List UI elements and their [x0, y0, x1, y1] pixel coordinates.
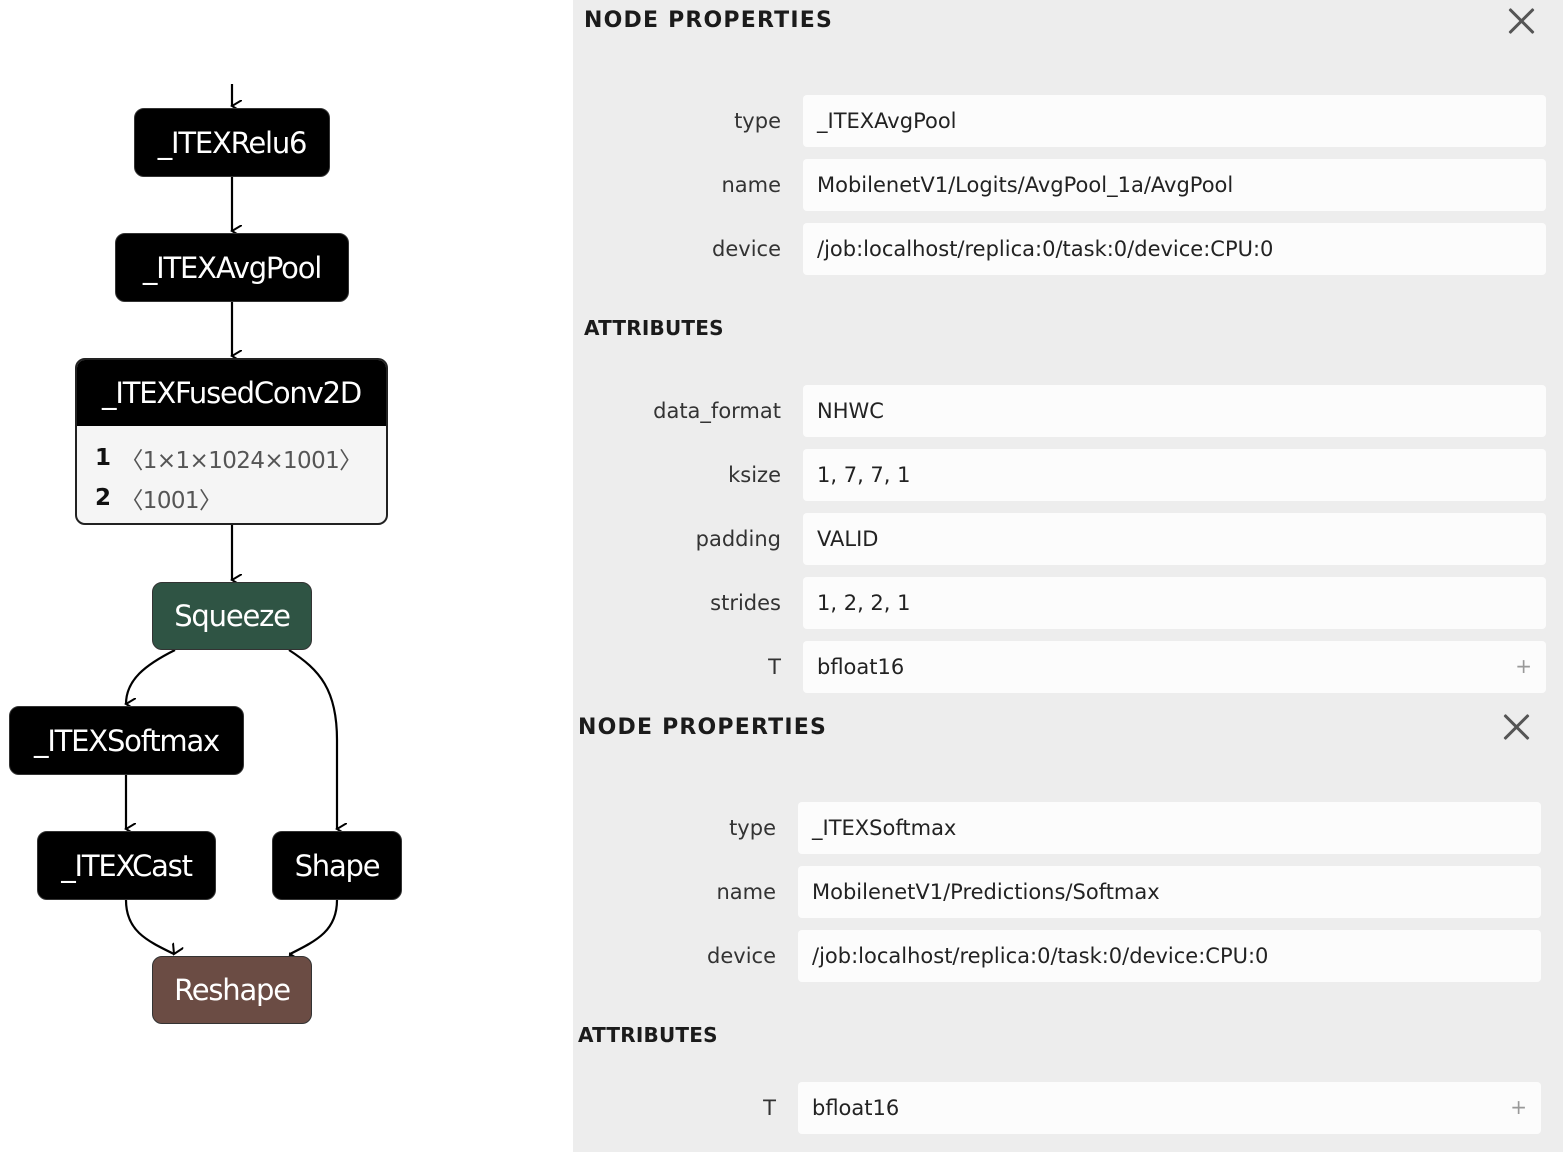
graph-canvas[interactable]: _ITEXRelu6 _ITEXAvgPool _ITEXFusedConv2D…	[0, 0, 573, 1152]
node-input-row: 2 〈1001〉	[77, 478, 386, 518]
node-itexfusedconv2d[interactable]: _ITEXFusedConv2D 1 〈1×1×1024×1001〉 2 〈10…	[75, 358, 388, 525]
property-label: type	[734, 109, 781, 133]
node-reshape[interactable]: Reshape	[152, 956, 312, 1024]
input-index: 2	[95, 485, 111, 511]
edge-shape-reshape	[290, 899, 339, 954]
property-value[interactable]: _ITEXSoftmax	[798, 802, 1541, 854]
edge-cast-reshape	[124, 899, 174, 954]
node-header: _ITEXFusedConv2D	[77, 360, 386, 426]
attribute-label: T	[763, 1096, 776, 1120]
property-label: device	[707, 944, 776, 968]
property-label: name	[721, 173, 781, 197]
input-index: 1	[95, 445, 111, 471]
node-label: _ITEXRelu6	[157, 125, 308, 160]
attribute-value-text: bfloat16	[812, 1096, 900, 1120]
attribute-label: T	[768, 655, 781, 679]
node-shape[interactable]: Shape	[272, 831, 402, 900]
node-itexavgpool[interactable]: _ITEXAvgPool	[115, 233, 349, 302]
property-value[interactable]: _ITEXAvgPool	[803, 95, 1546, 147]
node-label: Reshape	[174, 973, 291, 1007]
attribute-value[interactable]: bfloat16 +	[798, 1082, 1541, 1134]
property-label: device	[712, 237, 781, 261]
node-itexcast[interactable]: _ITEXCast	[37, 831, 216, 900]
attribute-value[interactable]: bfloat16 +	[803, 641, 1546, 693]
attribute-value[interactable]: VALID	[803, 513, 1546, 565]
edge-squeeze-shape	[288, 649, 337, 829]
attribute-value-text: bfloat16	[817, 655, 905, 679]
node-properties-panel-avgpool: NODE PROPERTIES type _ITEXAvgPool name M…	[573, 0, 1563, 707]
property-value[interactable]: /job:localhost/replica:0/task:0/device:C…	[803, 223, 1546, 275]
node-label: _ITEXFusedConv2D	[102, 376, 362, 410]
node-label: _ITEXCast	[61, 848, 193, 883]
attribute-label: ksize	[728, 463, 781, 487]
node-inputs: 1 〈1×1×1024×1001〉 2 〈1001〉	[77, 426, 386, 518]
property-label: type	[729, 816, 776, 840]
property-label: name	[716, 880, 776, 904]
attributes-title: ATTRIBUTES	[584, 316, 724, 340]
node-label: _ITEXAvgPool	[142, 250, 322, 285]
node-label: _ITEXSoftmax	[34, 723, 220, 758]
edge-squeeze-softmax	[126, 649, 176, 704]
attribute-value[interactable]: 1, 7, 7, 1	[803, 449, 1546, 501]
input-shape: 〈1001〉	[120, 488, 222, 514]
expand-icon[interactable]: +	[1510, 1082, 1527, 1134]
property-value[interactable]: /job:localhost/replica:0/task:0/device:C…	[798, 930, 1541, 982]
attribute-label: strides	[710, 591, 781, 615]
panel-title: NODE PROPERTIES	[578, 715, 827, 740]
close-icon[interactable]	[1501, 712, 1531, 742]
expand-icon[interactable]: +	[1515, 641, 1532, 693]
property-value[interactable]: MobilenetV1/Predictions/Softmax	[798, 866, 1541, 918]
attribute-label: data_format	[653, 399, 781, 423]
attributes-title: ATTRIBUTES	[578, 1023, 718, 1047]
attribute-value[interactable]: NHWC	[803, 385, 1546, 437]
attribute-value[interactable]: 1, 2, 2, 1	[803, 577, 1546, 629]
close-icon[interactable]	[1506, 6, 1536, 36]
node-input-row: 1 〈1×1×1024×1001〉	[77, 438, 386, 478]
input-shape: 〈1×1×1024×1001〉	[120, 448, 362, 474]
node-itexrelu6[interactable]: _ITEXRelu6	[134, 108, 330, 177]
node-label: Squeeze	[174, 599, 291, 633]
panel-title: NODE PROPERTIES	[584, 8, 833, 33]
node-label: Shape	[294, 848, 381, 883]
node-itexsoftmax[interactable]: _ITEXSoftmax	[9, 706, 244, 775]
node-properties-panel-softmax: NODE PROPERTIES type _ITEXSoftmax name M…	[573, 707, 1563, 1152]
node-squeeze[interactable]: Squeeze	[152, 582, 312, 650]
attribute-label: padding	[695, 527, 781, 551]
property-value[interactable]: MobilenetV1/Logits/AvgPool_1a/AvgPool	[803, 159, 1546, 211]
